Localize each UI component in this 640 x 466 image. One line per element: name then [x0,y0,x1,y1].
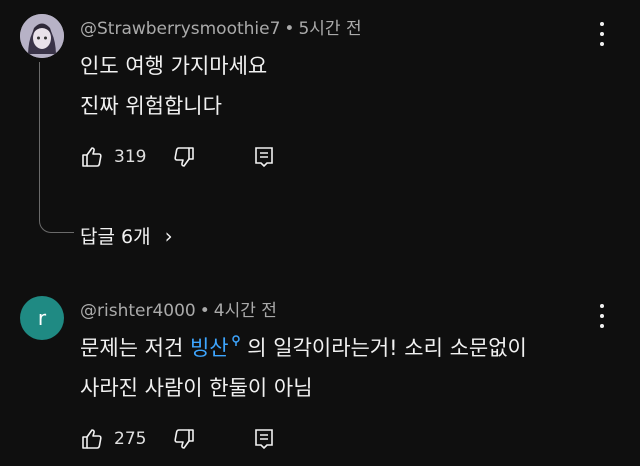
text-segment: 의 일각이라는거! 소리 소문없이 [240,336,527,360]
separator: • [284,19,295,39]
like-icon[interactable] [80,427,104,451]
replies-toggle[interactable]: 답글 6개 › [80,222,173,249]
avatar[interactable] [20,14,64,58]
chevron-right-icon: › [164,223,173,248]
comment-time: 5시간 전 [298,19,362,39]
thread-connector [39,62,74,233]
comment-2: r @rishter4000 • 4시간 전 문제는 저건 빙산 의 일각이라는거!… [0,282,640,466]
search-icon [231,335,241,350]
comment-text-line: 사라진 사람이 한둘이 아님 [80,376,313,400]
comment-actions: 319 [80,142,276,172]
like-count: 319 [114,147,147,167]
avatar[interactable]: r [20,296,64,340]
comment-actions: 275 [80,424,276,454]
author-name[interactable]: @Strawberrysmoothie7 [80,19,280,39]
comment-time: 4시간 전 [213,301,277,321]
author-name[interactable]: @rishter4000 [80,301,196,321]
like-count: 275 [114,429,147,449]
comment-text-line: 인도 여행 가지마세요 [80,54,268,78]
like-icon[interactable] [80,145,104,169]
replies-label: 답글 6개 [80,226,151,248]
comment-text-line: 문제는 저건 빙산 의 일각이라는거! 소리 소문없이 [80,332,527,362]
text-segment: 문제는 저건 [80,336,190,360]
avatar-letter: r [37,306,47,330]
dislike-icon[interactable] [172,145,196,169]
comment-header: @rishter4000 • 4시간 전 [80,296,277,321]
comment-text-line: 진짜 위험합니다 [80,94,222,118]
more-vert-icon[interactable] [594,22,610,46]
dislike-icon[interactable] [172,427,196,451]
search-link[interactable]: 빙산 [190,335,241,360]
reply-icon[interactable] [252,427,276,451]
comment-header: @Strawberrysmoothie7 • 5시간 전 [80,14,362,39]
avatar-image-icon [20,14,64,58]
reply-icon[interactable] [252,145,276,169]
more-vert-icon[interactable] [594,304,610,328]
separator: • [199,301,210,321]
comment-1: @Strawberrysmoothie7 • 5시간 전 인도 여행 가지마세요 진… [0,0,640,270]
